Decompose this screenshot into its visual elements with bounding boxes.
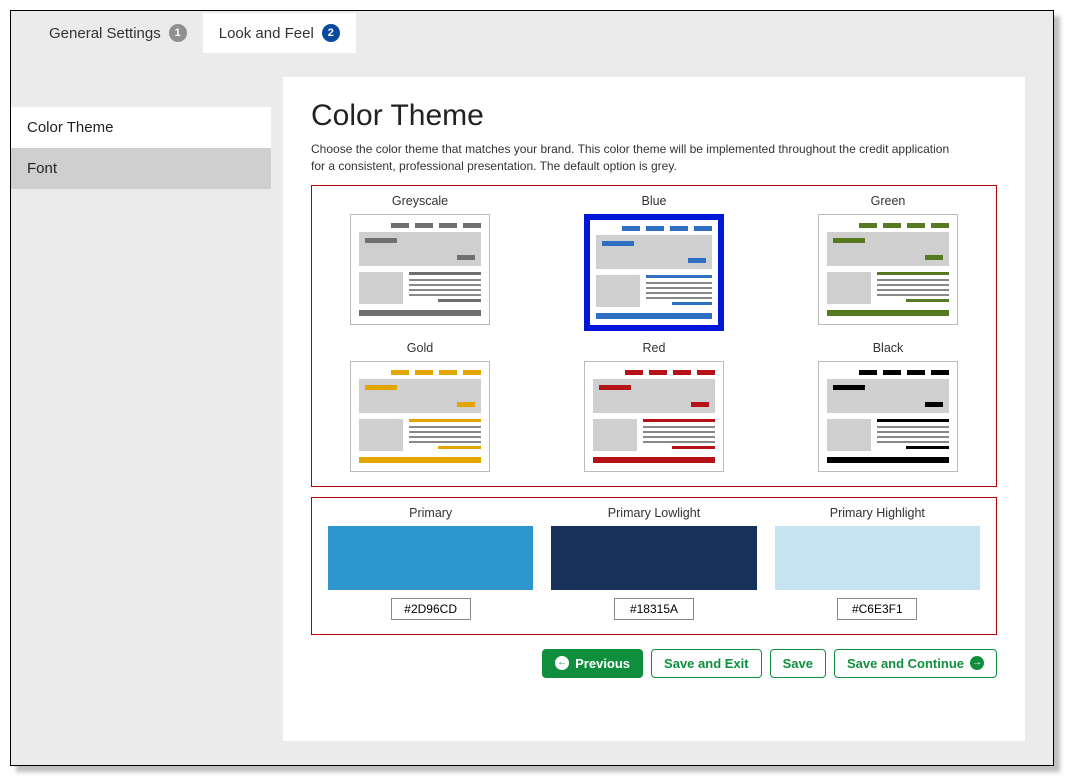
arrow-left-icon: ← bbox=[555, 656, 569, 670]
theme-label: Blue bbox=[562, 194, 746, 208]
save-and-exit-button[interactable]: Save and Exit bbox=[651, 649, 762, 678]
tab-bar: General Settings 1 Look and Feel 2 bbox=[11, 11, 1053, 53]
theme-option-green[interactable]: Green bbox=[796, 194, 980, 331]
tab-step-badge: 1 bbox=[169, 24, 187, 42]
save-and-continue-button[interactable]: Save and Continue → bbox=[834, 649, 997, 678]
color-swatch[interactable] bbox=[775, 526, 980, 590]
app-frame: General Settings 1 Look and Feel 2 Color… bbox=[10, 10, 1054, 766]
tab-label: Look and Feel bbox=[219, 25, 314, 42]
theme-label: Black bbox=[796, 341, 980, 355]
theme-option-gold[interactable]: Gold bbox=[328, 341, 512, 472]
button-label: Previous bbox=[575, 656, 630, 671]
theme-thumbnail[interactable] bbox=[818, 214, 958, 325]
swatch-primary: Primary bbox=[328, 506, 533, 620]
theme-thumbnail[interactable] bbox=[584, 361, 724, 472]
save-button[interactable]: Save bbox=[770, 649, 826, 678]
theme-thumbnail[interactable] bbox=[350, 361, 490, 472]
arrow-right-icon: → bbox=[970, 656, 984, 670]
previous-button[interactable]: ← Previous bbox=[542, 649, 643, 678]
button-label: Save bbox=[783, 656, 813, 671]
swatch-group: Primary Primary Lowlight Primary Highlight bbox=[311, 497, 997, 635]
hex-input[interactable] bbox=[614, 598, 694, 620]
button-label: Save and Continue bbox=[847, 656, 964, 671]
theme-grid: Greyscale Blue Green Gold Red Black bbox=[328, 194, 980, 472]
theme-thumbnail[interactable] bbox=[584, 214, 724, 331]
hex-input[interactable] bbox=[391, 598, 471, 620]
sidebar-item-label: Color Theme bbox=[27, 119, 113, 136]
sidebar-item-font[interactable]: Font bbox=[11, 148, 271, 189]
swatch-label: Primary Lowlight bbox=[551, 506, 756, 520]
theme-thumbnail[interactable] bbox=[818, 361, 958, 472]
theme-option-blue[interactable]: Blue bbox=[562, 194, 746, 331]
hex-input[interactable] bbox=[837, 598, 917, 620]
sidebar: Color Theme Font bbox=[11, 53, 271, 765]
theme-label: Greyscale bbox=[328, 194, 512, 208]
swatch-row: Primary Primary Lowlight Primary Highlight bbox=[328, 506, 980, 620]
theme-option-greyscale[interactable]: Greyscale bbox=[328, 194, 512, 331]
theme-thumbnail[interactable] bbox=[350, 214, 490, 325]
theme-option-red[interactable]: Red bbox=[562, 341, 746, 472]
page-description: Choose the color theme that matches your… bbox=[311, 141, 951, 175]
tab-general-settings[interactable]: General Settings 1 bbox=[33, 13, 203, 53]
theme-picker-group: Greyscale Blue Green Gold Red Black bbox=[311, 185, 997, 487]
sidebar-item-color-theme[interactable]: Color Theme bbox=[11, 107, 271, 148]
page-title: Color Theme bbox=[311, 99, 997, 133]
theme-label: Green bbox=[796, 194, 980, 208]
content-row: Color Theme Font Color Theme Choose the … bbox=[11, 53, 1053, 765]
color-swatch[interactable] bbox=[551, 526, 756, 590]
tab-label: General Settings bbox=[49, 25, 161, 42]
button-row: ← Previous Save and Exit Save Save and C… bbox=[311, 649, 997, 678]
sidebar-item-label: Font bbox=[27, 160, 57, 177]
content-card: Color Theme Choose the color theme that … bbox=[283, 77, 1025, 741]
swatch-label: Primary Highlight bbox=[775, 506, 980, 520]
swatch-primary-lowlight: Primary Lowlight bbox=[551, 506, 756, 620]
theme-option-black[interactable]: Black bbox=[796, 341, 980, 472]
button-label: Save and Exit bbox=[664, 656, 749, 671]
color-swatch[interactable] bbox=[328, 526, 533, 590]
swatch-primary-highlight: Primary Highlight bbox=[775, 506, 980, 620]
swatch-label: Primary bbox=[328, 506, 533, 520]
tab-step-badge: 2 bbox=[322, 24, 340, 42]
theme-label: Gold bbox=[328, 341, 512, 355]
theme-label: Red bbox=[562, 341, 746, 355]
tab-look-and-feel[interactable]: Look and Feel 2 bbox=[203, 13, 356, 53]
main-panel: Color Theme Choose the color theme that … bbox=[271, 53, 1053, 765]
